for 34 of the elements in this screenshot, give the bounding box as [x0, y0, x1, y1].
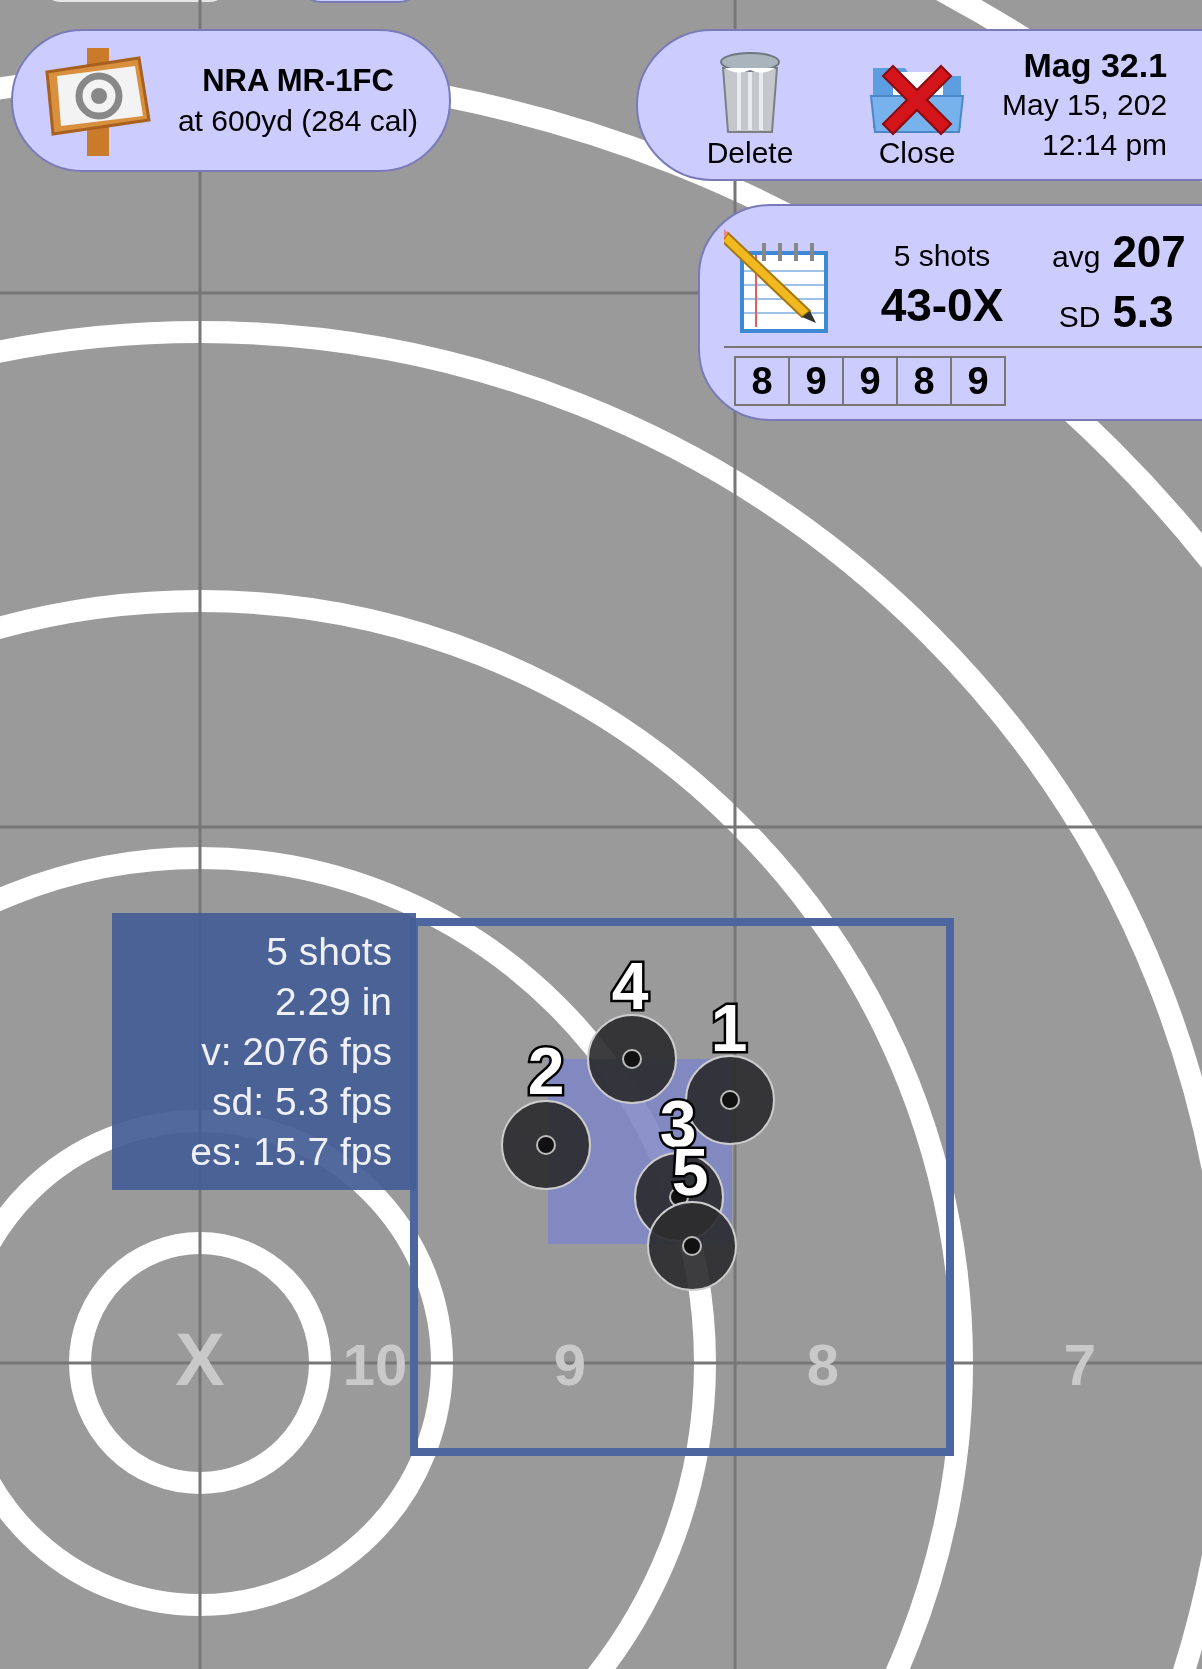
- group-stat: 5 shots: [266, 928, 392, 975]
- shot-score: 8: [896, 356, 952, 406]
- group-stat: v: 2076 fps: [201, 1028, 392, 1075]
- sd-label: SD: [1058, 300, 1101, 334]
- ring-label: 8: [806, 1332, 840, 1397]
- group-stat: sd: 5.3 fps: [212, 1078, 392, 1125]
- shot-number: 4: [611, 949, 649, 1023]
- group-stat: es: 15.7 fps: [190, 1128, 392, 1175]
- shot-score: 9: [788, 356, 844, 406]
- shot-score: 8: [734, 356, 790, 406]
- shot-count: 5 shots: [893, 238, 991, 274]
- shot-number: 1: [710, 991, 748, 1065]
- target-panel[interactable]: NRA MR-1FC at 600yd (284 cal): [11, 29, 451, 172]
- ring-label: X: [175, 1318, 225, 1401]
- shot-number: 2: [527, 1034, 565, 1108]
- target-title: NRA MR-1FC: [202, 61, 394, 100]
- average-label: avg: [1052, 240, 1101, 274]
- session-date: May 15, 202: [1002, 87, 1168, 123]
- total-score: 43-0X: [880, 279, 1004, 331]
- ring-label: 10: [342, 1332, 408, 1397]
- ring-label: 7: [1063, 1332, 1097, 1397]
- session-title: Mag 32.1: [1023, 45, 1168, 85]
- ring-label: 9: [553, 1332, 587, 1397]
- session-time: 12:14 pm: [1042, 127, 1168, 163]
- shot-score: 9: [950, 356, 1006, 406]
- shot-score: 9: [842, 356, 898, 406]
- delete-button[interactable]: Delete: [690, 40, 810, 170]
- close-button[interactable]: Close: [862, 40, 972, 170]
- group-stat: 2.29 in: [274, 978, 392, 1025]
- sd-value: 5.3: [1112, 286, 1175, 338]
- average-value: 207: [1112, 226, 1186, 278]
- shot-hole[interactable]: [501, 1100, 591, 1190]
- shot-hole[interactable]: [647, 1201, 737, 1291]
- target-distance: at 600yd (284 cal): [177, 102, 419, 139]
